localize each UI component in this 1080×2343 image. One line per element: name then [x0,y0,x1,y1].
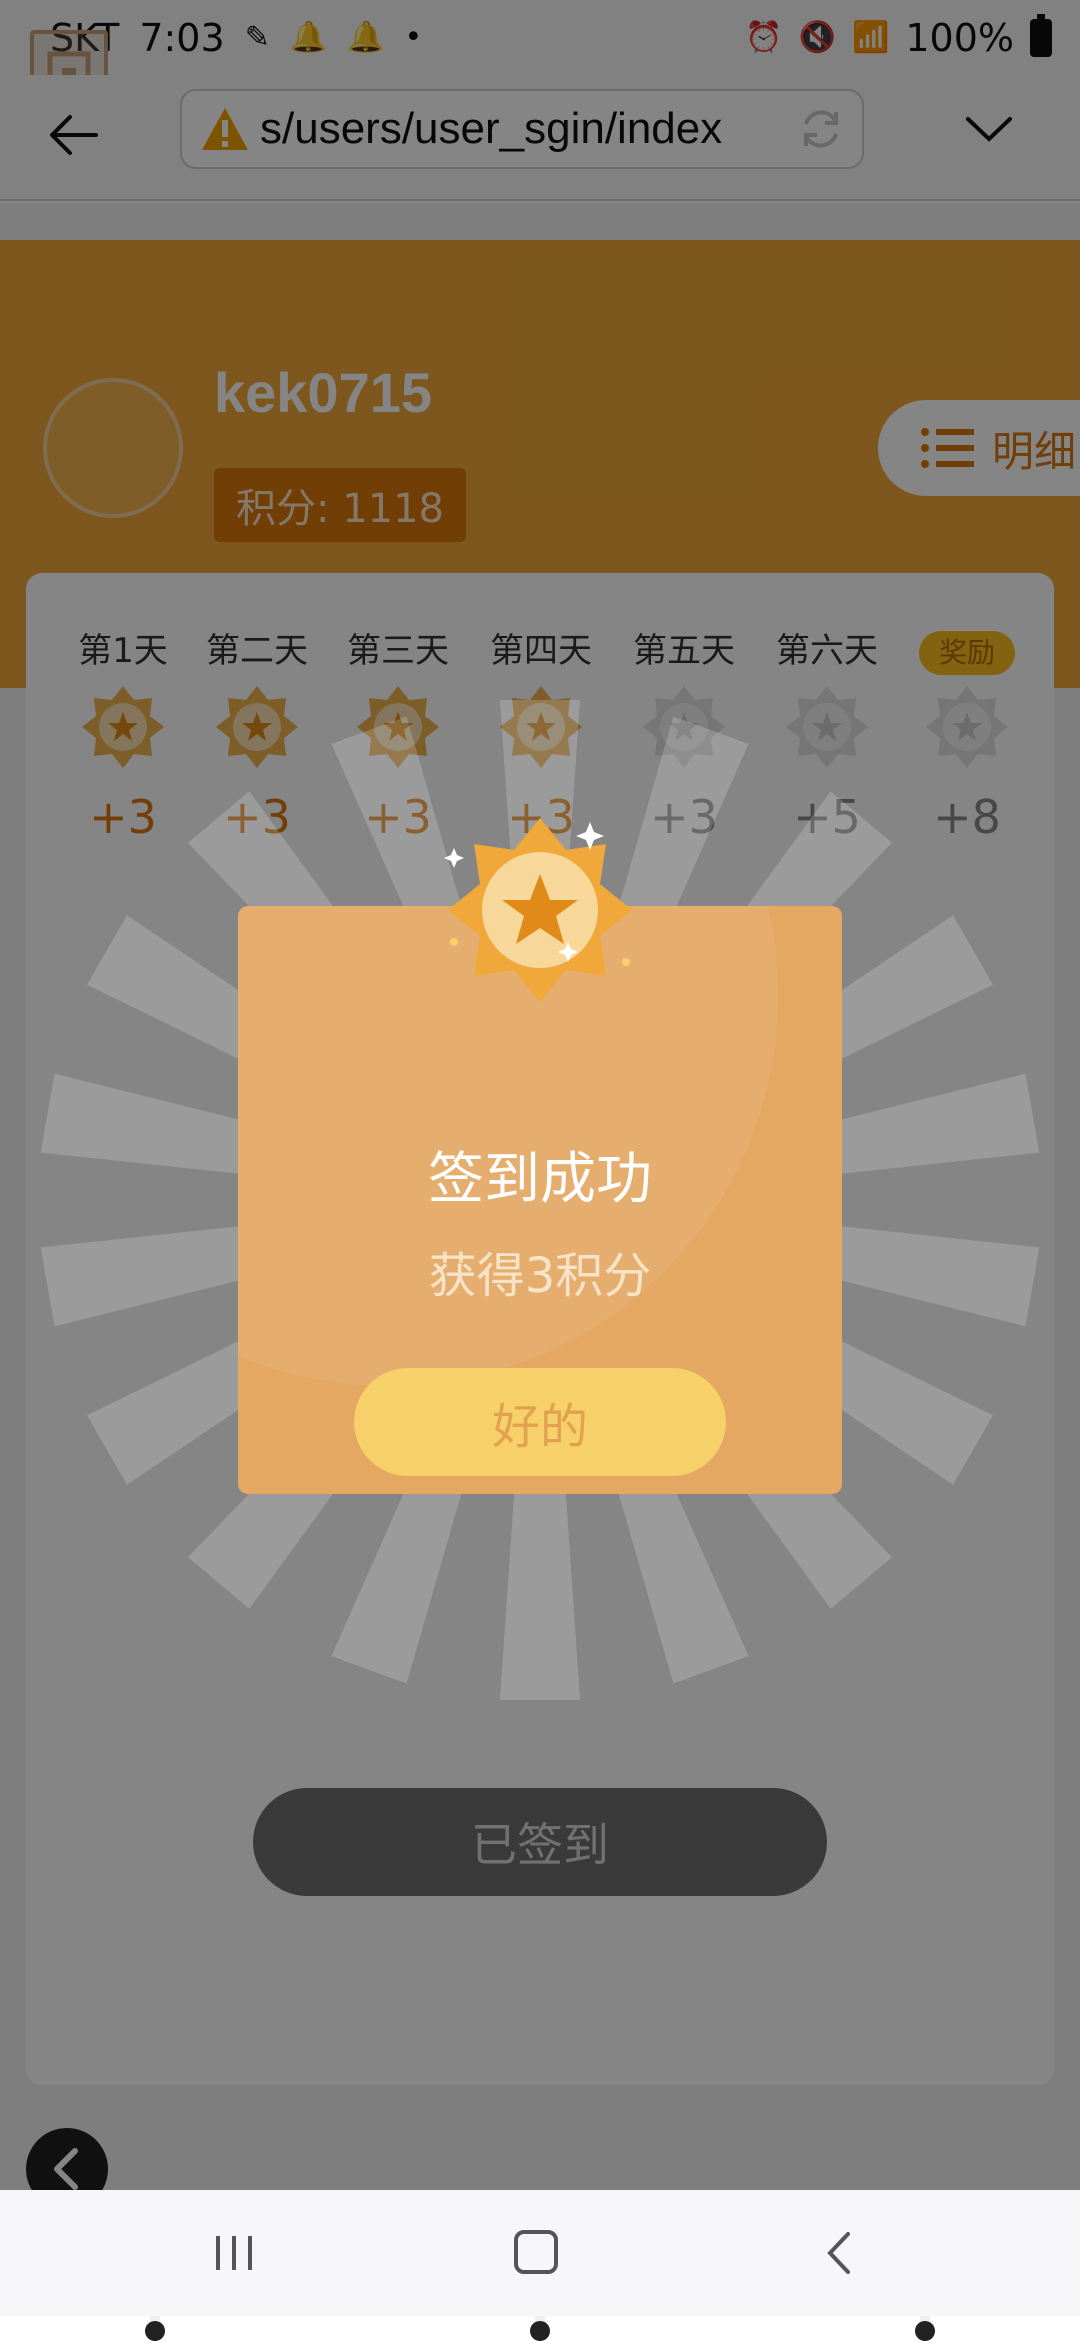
modal-subtitle: 获得3积分 [428,1248,652,1304]
ok-button[interactable]: 好的 [354,1368,726,1476]
medal-icon [444,818,632,1002]
modal-title: 签到成功 [428,1147,652,1212]
home-icon[interactable] [508,2228,568,2278]
ok-label: 好的 [491,1401,588,1454]
system-nav-bar [0,2190,1080,2316]
recents-icon[interactable] [204,2228,264,2278]
nav-back-icon[interactable] [810,2228,870,2278]
